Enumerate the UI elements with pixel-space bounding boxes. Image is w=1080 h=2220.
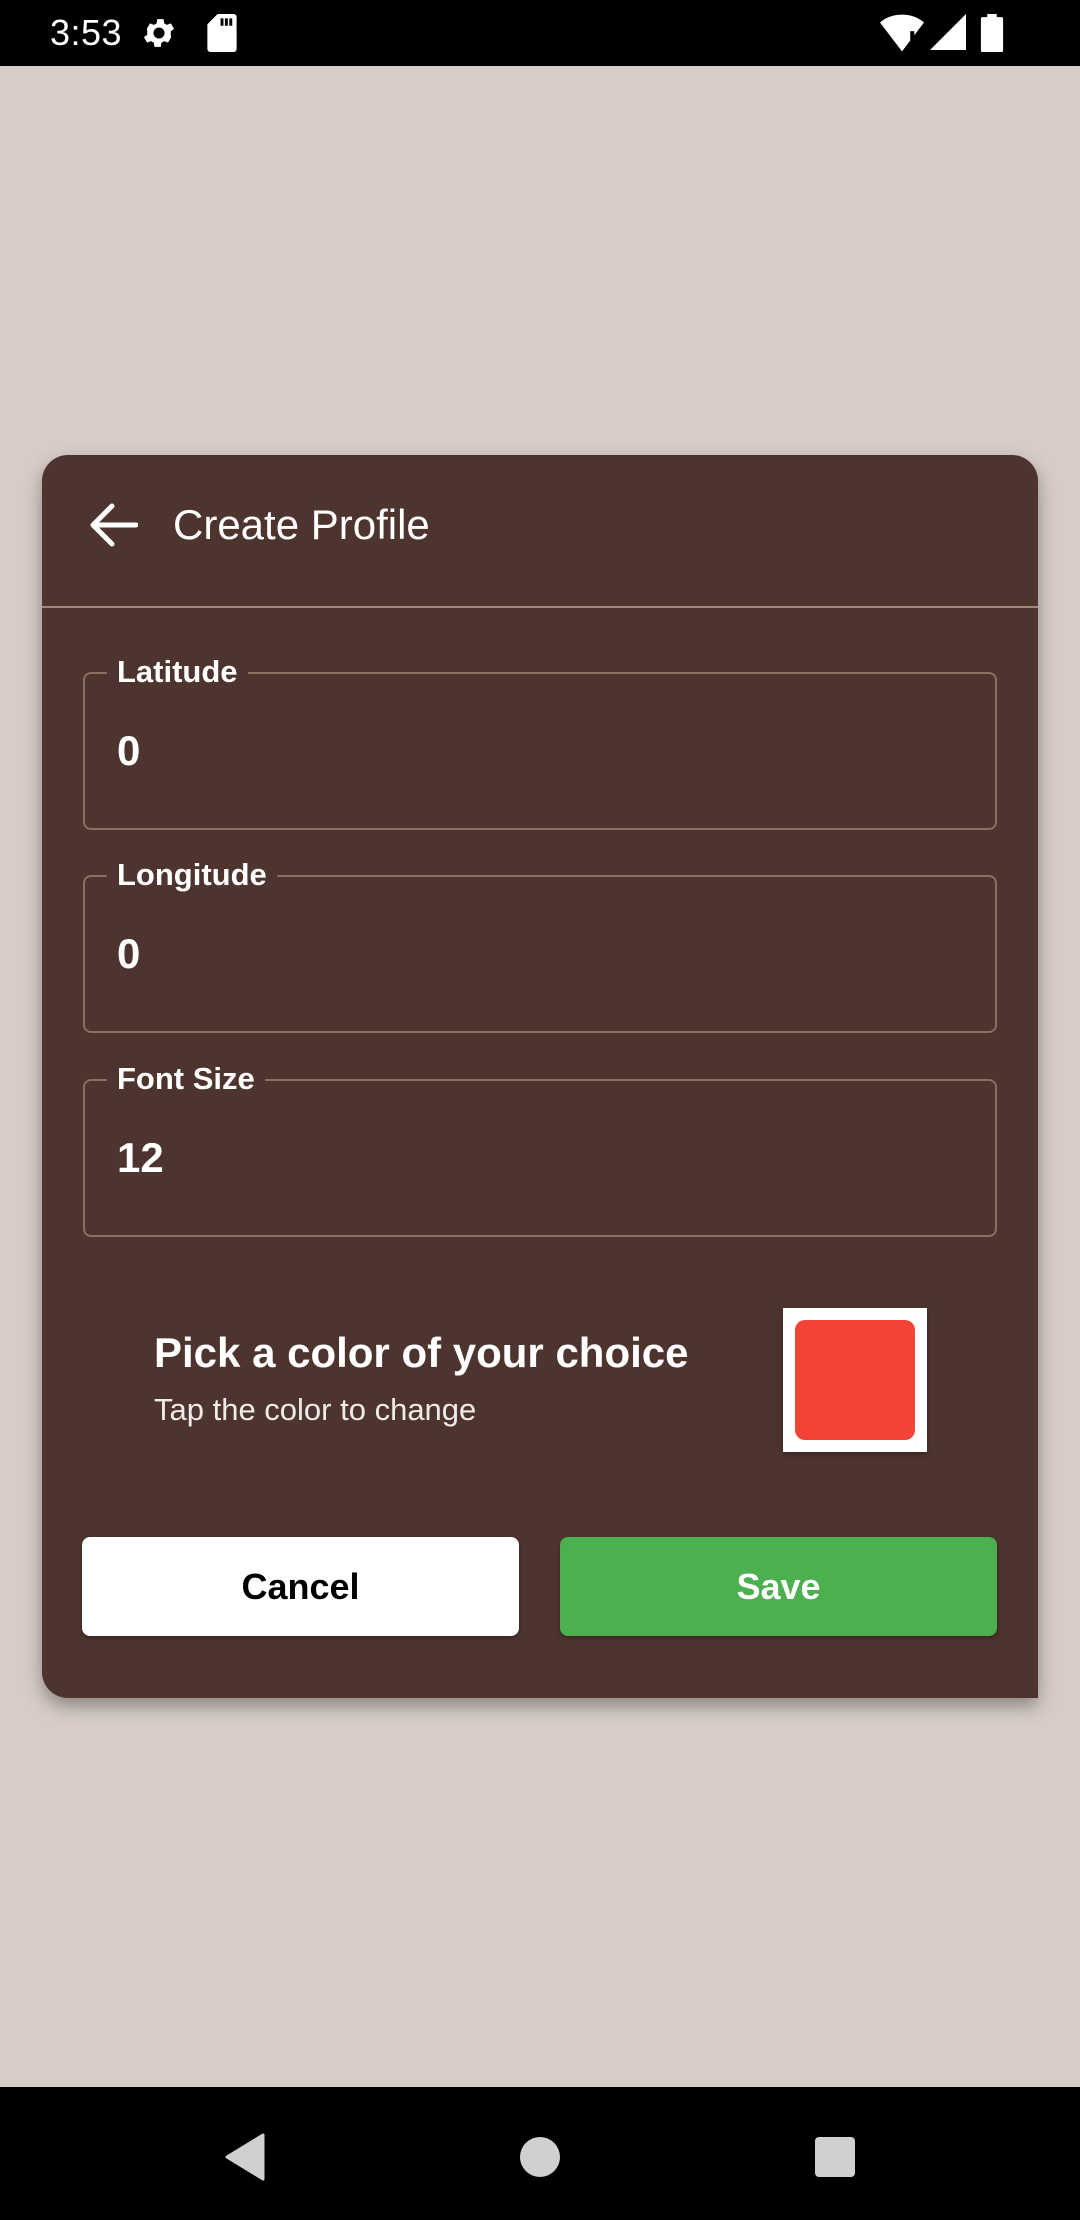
latitude-field[interactable]: Latitude 0: [83, 652, 997, 830]
font-size-label: Font Size: [107, 1059, 265, 1099]
selected-color-swatch[interactable]: [795, 1320, 915, 1440]
status-time: 3:53: [50, 12, 123, 53]
arrow-left-icon: [90, 503, 138, 547]
create-profile-dialog: Create Profile Latitude 0 Longitude 0 Fo…: [42, 455, 1038, 1698]
status-bar: 3:53: [0, 0, 1080, 66]
longitude-value: 0: [117, 930, 141, 977]
nav-back-button[interactable]: [215, 2127, 275, 2187]
battery-icon: [980, 14, 1004, 57]
font-size-value: 12: [117, 1134, 164, 1181]
dialog-title: Create Profile: [173, 501, 430, 548]
sd-card-icon: [207, 14, 237, 57]
nav-home-button[interactable]: [510, 2127, 570, 2187]
longitude-field[interactable]: Longitude 0: [83, 855, 997, 1033]
longitude-label: Longitude: [107, 855, 277, 895]
latitude-label: Latitude: [107, 652, 248, 692]
latitude-value: 0: [117, 727, 141, 774]
recents-square-icon: [815, 2137, 855, 2177]
cancel-button[interactable]: Cancel: [82, 1537, 519, 1636]
wifi-icon: [880, 14, 924, 57]
font-size-field[interactable]: Font Size 12: [83, 1059, 997, 1237]
color-picker-subtext: Tap the color to change: [154, 1392, 477, 1427]
back-button[interactable]: [78, 495, 148, 555]
nav-recents-button[interactable]: [805, 2127, 865, 2187]
save-button[interactable]: Save: [560, 1537, 997, 1636]
color-picker-heading: Pick a color of your choice: [154, 1329, 689, 1376]
back-triangle-icon: [225, 2133, 265, 2181]
home-circle-icon: [520, 2137, 560, 2177]
navigation-bar: [0, 2087, 1080, 2220]
color-swatch-button[interactable]: [783, 1308, 927, 1452]
settings-icon: [140, 14, 178, 57]
header-divider: [42, 606, 1038, 608]
signal-icon: [930, 14, 966, 55]
